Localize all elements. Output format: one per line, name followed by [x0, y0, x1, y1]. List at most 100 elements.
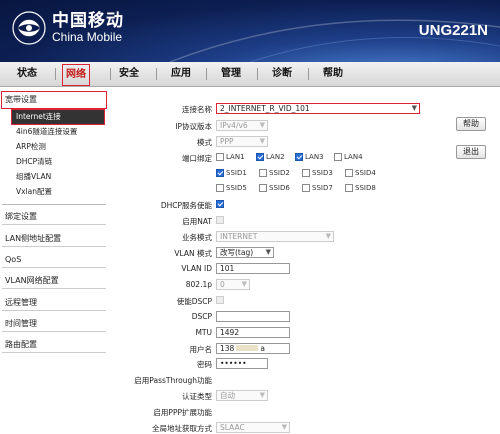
password-label: 密码: [197, 360, 212, 369]
china-mobile-logo-icon: [12, 11, 46, 45]
lan3-checkbox[interactable]: [295, 153, 303, 161]
ssid4-label: SSID4: [355, 169, 376, 177]
ip-version-label: IP协议版本: [175, 122, 212, 131]
conn-name-select[interactable]: 2_INTERNET_R_VID_101 ▼: [216, 103, 420, 114]
nav-network[interactable]: 网络: [62, 64, 90, 86]
ip-version-select[interactable]: IPv4/v6 ▼: [216, 120, 268, 131]
sidebar-section-routing[interactable]: 路由配置: [2, 337, 106, 353]
username-label: 用户名: [189, 345, 213, 354]
auth-type-label: 认证类型: [182, 392, 212, 401]
sidebar-section-binding[interactable]: 绑定设置: [2, 209, 106, 225]
ssid4-checkbox[interactable]: [345, 169, 353, 177]
username-redaction: [236, 345, 259, 351]
dscp-label: DSCP: [191, 312, 212, 321]
nav-management[interactable]: 管理: [221, 62, 241, 86]
ip-version-value: IPv4/v6: [220, 121, 248, 130]
dot1p-select[interactable]: 0 ▼: [216, 279, 250, 290]
mode-value: PPP: [220, 137, 234, 146]
lan3-label: LAN3: [305, 153, 324, 161]
dot1p-label: 802.1p: [185, 280, 212, 289]
lan1-label: LAN1: [226, 153, 245, 161]
dscp-enable-checkbox[interactable]: [216, 296, 224, 304]
address-mode-select[interactable]: SLAAC ▼: [216, 422, 290, 433]
ssid6-checkbox[interactable]: [259, 184, 267, 192]
device-model: UNG221N: [418, 22, 488, 39]
nav-help[interactable]: 帮助: [323, 62, 343, 86]
conn-name-value: 2_INTERNET_R_VID_101: [220, 104, 310, 113]
chevron-down-icon: ▼: [259, 121, 265, 129]
username-value: 138: [220, 344, 235, 353]
sidebar: 宽带设置 Internet连接 4in6隧道连接设置 ARP检测 DHCP清链 …: [0, 90, 108, 431]
nav-diagnostics[interactable]: 诊断: [272, 62, 292, 86]
lan2-label: LAN2: [266, 153, 285, 161]
username-suffix: a: [260, 344, 265, 353]
ssid7-label: SSID7: [312, 184, 333, 192]
username-input[interactable]: 138 a: [216, 343, 290, 354]
dhcp-checkbox[interactable]: [216, 200, 224, 208]
vlan-mode-select[interactable]: 改写(tag) ▼: [216, 247, 274, 258]
nav-status[interactable]: 状态: [17, 62, 37, 86]
service-value: INTERNET: [220, 232, 258, 241]
dscp-input[interactable]: [216, 311, 290, 322]
passthrough-label: 启用PassThrough功能: [134, 376, 212, 385]
mode-select[interactable]: PPP ▼: [216, 136, 268, 147]
sidebar-section-lan[interactable]: LAN侧地址配置: [2, 231, 106, 247]
brand-logo: 中国移动 China Mobile: [12, 11, 124, 45]
header-banner: 中国移动 China Mobile UNG221N: [0, 0, 500, 62]
sidebar-item-dhcp[interactable]: DHCP清链: [16, 155, 52, 169]
sidebar-section-wan[interactable]: 宽带设置: [1, 91, 107, 109]
vlan-id-input[interactable]: 101: [216, 263, 290, 274]
chevron-down-icon: ▼: [411, 104, 417, 112]
sidebar-section-time[interactable]: 时间管理: [2, 316, 106, 332]
sidebar-item-internet[interactable]: Internet连接: [11, 109, 105, 125]
sidebar-section-remote[interactable]: 远程管理: [2, 295, 106, 311]
conn-name-label: 连接名称: [182, 105, 212, 114]
mtu-label: MTU: [195, 328, 212, 337]
ssid5-label: SSID5: [226, 184, 247, 192]
password-input[interactable]: ••••••: [216, 358, 268, 369]
sidebar-section-vlan[interactable]: VLAN网络配置: [2, 273, 106, 289]
nav-application[interactable]: 应用: [171, 62, 191, 86]
sidebar-divider: [2, 204, 106, 205]
lan4-checkbox[interactable]: [334, 153, 342, 161]
ssid3-label: SSID3: [312, 169, 333, 177]
vlan-mode-value: 改写(tag): [220, 248, 254, 257]
chevron-down-icon: ▼: [241, 280, 247, 288]
sidebar-item-arp[interactable]: ARP检测: [16, 140, 46, 154]
main-nav: 状态 网络 安全 应用 管理 诊断 帮助: [0, 62, 500, 87]
lan4-label: LAN4: [344, 153, 363, 161]
sidebar-section-qos[interactable]: QoS: [2, 252, 106, 268]
nav-divider: [156, 68, 157, 80]
nav-divider: [55, 68, 56, 80]
mtu-input[interactable]: 1492: [216, 327, 290, 338]
nat-checkbox[interactable]: [216, 216, 224, 224]
nav-divider: [110, 68, 111, 80]
chevron-down-icon: ▼: [259, 137, 265, 145]
nav-divider: [206, 68, 207, 80]
ssid2-checkbox[interactable]: [259, 169, 267, 177]
nav-security[interactable]: 安全: [119, 62, 139, 86]
mode-label: 模式: [197, 138, 212, 147]
ssid3-checkbox[interactable]: [302, 169, 310, 177]
dhcp-label: DHCP服务使能: [160, 201, 212, 210]
nav-divider: [308, 68, 309, 80]
lan1-checkbox[interactable]: [216, 153, 224, 161]
ssid1-checkbox[interactable]: [216, 169, 224, 177]
ssid5-checkbox[interactable]: [216, 184, 224, 192]
chevron-down-icon: ▼: [325, 232, 331, 240]
chevron-down-icon: ▼: [265, 248, 271, 256]
sidebar-item-vxlan[interactable]: Vxlan配置: [16, 185, 52, 199]
auth-type-select[interactable]: 自动 ▼: [216, 390, 268, 401]
ssid7-checkbox[interactable]: [302, 184, 310, 192]
exit-button[interactable]: 退出: [456, 145, 486, 159]
lan2-checkbox[interactable]: [256, 153, 264, 161]
brand-name-cn: 中国移动: [52, 11, 124, 31]
sidebar-item-4in6[interactable]: 4in6隧道连接设置: [16, 125, 77, 139]
ppp-ext-label: 启用PPP扩展功能: [153, 408, 212, 417]
nat-label: 启用NAT: [182, 217, 212, 226]
ssid8-checkbox[interactable]: [345, 184, 353, 192]
service-select[interactable]: INTERNET ▼: [216, 231, 334, 242]
vlan-mode-label: VLAN 模式: [174, 249, 212, 258]
sidebar-item-multicast-vlan[interactable]: 组播VLAN: [16, 170, 51, 184]
help-button[interactable]: 帮助: [456, 117, 486, 131]
